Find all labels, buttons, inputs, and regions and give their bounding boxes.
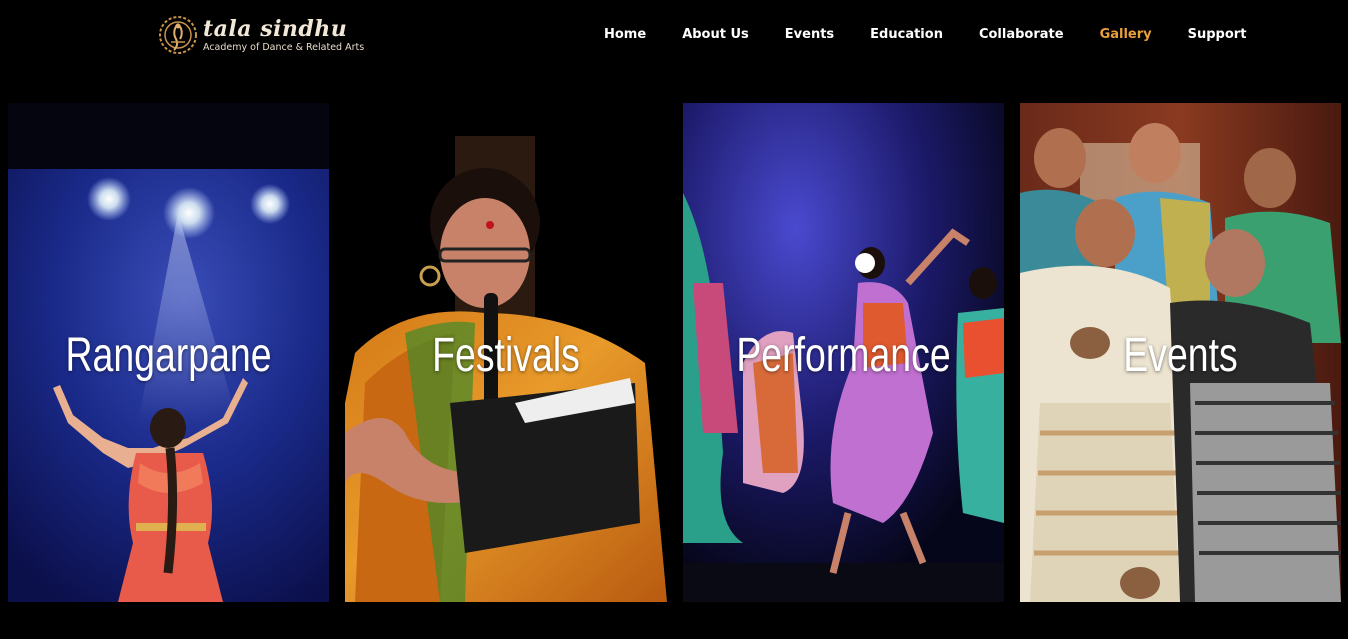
card-title: Events [1123,329,1238,382]
dancer-emblem-icon [157,12,199,58]
brand-name: tala sindhu [203,15,348,42]
nav-events[interactable]: Events [767,23,852,46]
gallery-card-performance[interactable]: Performance [683,103,1004,602]
nav-support[interactable]: Support [1170,23,1265,46]
brand-text: tala sindhu Academy of Dance & Related A… [203,18,364,53]
main-nav: Home About Us Events Education Collabora… [586,23,1264,46]
site-header: tala sindhu Academy of Dance & Related A… [0,0,1348,72]
brand-logo[interactable]: tala sindhu Academy of Dance & Related A… [157,12,364,58]
brand-tagline: Academy of Dance & Related Arts [203,41,365,53]
gallery-card-events[interactable]: Events [1020,103,1341,602]
nav-education[interactable]: Education [852,23,961,46]
nav-gallery[interactable]: Gallery [1082,23,1170,46]
nav-home[interactable]: Home [586,23,664,46]
gallery-card-festivals[interactable]: Festivals [345,103,667,602]
nav-about-us[interactable]: About Us [664,23,767,46]
card-title: Performance [736,329,951,382]
card-title: Rangarpane [65,329,272,382]
gallery-card-rangarpane[interactable]: Rangarpane [8,103,329,602]
card-title: Festivals [432,329,580,382]
nav-collaborate[interactable]: Collaborate [961,23,1082,46]
